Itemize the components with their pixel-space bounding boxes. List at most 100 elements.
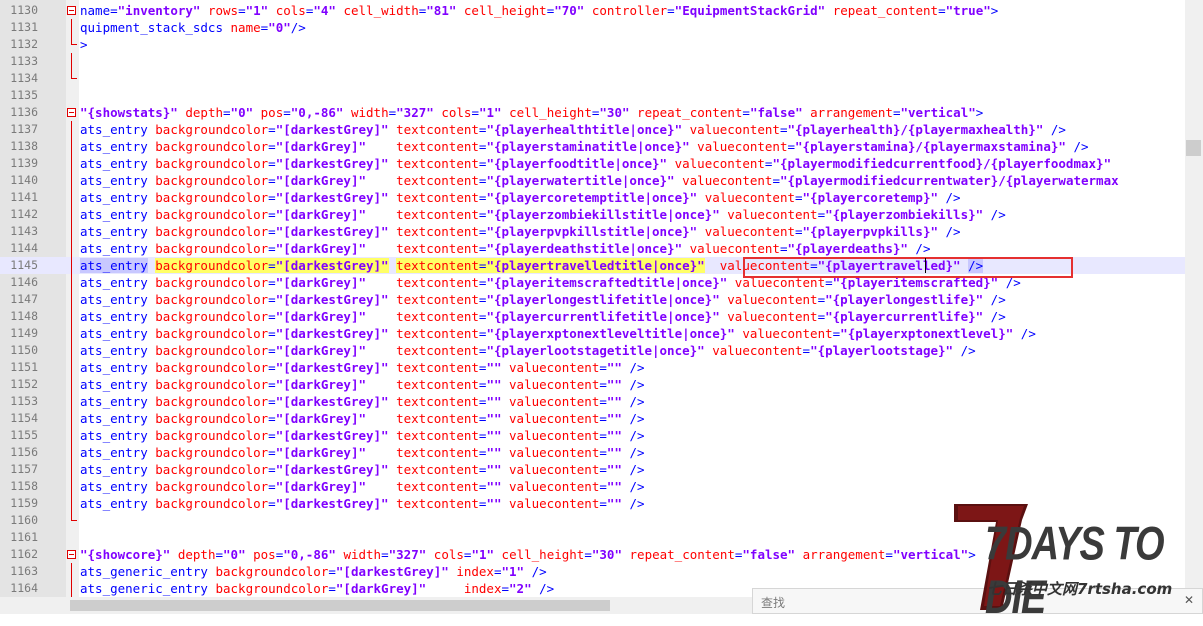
code-line[interactable]: 1152 ats_entry backgroundcolor="[darkGrey…	[0, 376, 1185, 393]
fold-line	[71, 444, 72, 461]
fold-line	[71, 189, 72, 206]
fold-line	[71, 257, 72, 274]
line-number: 1142	[10, 207, 38, 221]
code-text: ats_entry backgroundcolor="[darkestGrey]…	[80, 496, 645, 511]
line-number: 1143	[10, 224, 38, 238]
code-line[interactable]: 1141 ats_entry backgroundcolor="[darkestG…	[0, 189, 1185, 206]
line-number: 1147	[10, 292, 38, 306]
code-text: ats_entry backgroundcolor="[darkestGrey]…	[80, 190, 961, 205]
code-line[interactable]: 1147 ats_entry backgroundcolor="[darkestG…	[0, 291, 1185, 308]
code-line[interactable]: 1132 >	[0, 36, 1185, 53]
find-input-placeholder[interactable]: 查找	[761, 594, 785, 611]
code-text: ats_entry backgroundcolor="[darkestGrey]…	[80, 292, 1006, 307]
code-text: ats_entry backgroundcolor="[darkestGrey]…	[80, 462, 645, 477]
line-number: 1148	[10, 309, 38, 323]
line-number: 1134	[10, 71, 38, 85]
fold-line	[71, 461, 72, 478]
code-text: ats_entry backgroundcolor="[darkGrey]" t…	[80, 241, 931, 256]
line-number: 1156	[10, 445, 38, 459]
code-text: name="inventory" rows="1" cols="4" cell_…	[80, 3, 999, 18]
text-caret	[925, 258, 926, 273]
line-number: 1131	[10, 20, 38, 34]
code-line[interactable]: 1140 ats_entry backgroundcolor="[darkGrey…	[0, 172, 1185, 189]
code-text: >	[80, 37, 88, 52]
vertical-scrollbar-thumb[interactable]	[1186, 140, 1201, 156]
code-text: ats_entry backgroundcolor="[darkGrey]" t…	[80, 479, 645, 494]
fold-line	[71, 376, 72, 393]
code-line[interactable]: 1137 ats_entry backgroundcolor="[darkestG…	[0, 121, 1185, 138]
code-line[interactable]: 1158 ats_entry backgroundcolor="[darkGrey…	[0, 478, 1185, 495]
fold-line	[71, 393, 72, 410]
fold-toggle-icon[interactable]	[67, 108, 76, 117]
fold-line	[71, 359, 72, 376]
code-line[interactable]: 1131 quipment_stack_sdcs name="0"/>	[0, 19, 1185, 36]
code-line[interactable]: 1136 "{showstats}" depth="0" pos="0,-86" …	[0, 104, 1185, 121]
code-text: ats_entry backgroundcolor="[darkestGrey]…	[80, 224, 961, 239]
code-text: ats_generic_entry backgroundcolor="[dark…	[80, 564, 547, 579]
code-line[interactable]: 1139 ats_entry backgroundcolor="[darkestG…	[0, 155, 1185, 172]
fold-line	[71, 478, 72, 495]
code-line[interactable]: 1153 ats_entry backgroundcolor="[darkestG…	[0, 393, 1185, 410]
line-number: 1136	[10, 105, 38, 119]
code-line[interactable]: 1154 ats_entry backgroundcolor="[darkGrey…	[0, 410, 1185, 427]
code-text: ats_entry backgroundcolor="[darkestGrey]…	[80, 156, 1112, 171]
fold-line	[71, 308, 72, 325]
code-line[interactable]: 1149 ats_entry backgroundcolor="[darkestG…	[0, 325, 1185, 342]
line-number: 1161	[10, 530, 38, 544]
line-number: 1144	[10, 241, 38, 255]
fold-line	[71, 206, 72, 223]
code-line[interactable]: 1148 ats_entry backgroundcolor="[darkGrey…	[0, 308, 1185, 325]
line-number: 1154	[10, 411, 38, 425]
line-number: 1132	[10, 37, 38, 51]
line-number: 1157	[10, 462, 38, 476]
fold-line	[71, 274, 72, 291]
code-text: ats_generic_entry backgroundcolor="[dark…	[80, 581, 555, 596]
code-line[interactable]: 1150 ats_entry backgroundcolor="[darkGrey…	[0, 342, 1185, 359]
line-number: 1137	[10, 122, 38, 136]
code-line[interactable]: 1130 name="inventory" rows="1" cols="4" c…	[0, 2, 1185, 19]
fold-line	[71, 325, 72, 342]
code-line[interactable]: 1135	[0, 87, 1185, 104]
code-text: ats_entry backgroundcolor="[darkestGrey]…	[80, 428, 645, 443]
code-line[interactable]: 1156 ats_entry backgroundcolor="[darkGrey…	[0, 444, 1185, 461]
code-line[interactable]: 1134	[0, 70, 1185, 87]
line-number: 1162	[10, 547, 38, 561]
line-number: 1159	[10, 496, 38, 510]
code-line[interactable]: 1138 ats_entry backgroundcolor="[darkGrey…	[0, 138, 1185, 155]
code-text: ats_entry backgroundcolor="[darkestGrey]…	[80, 360, 645, 375]
highlight-annotation-box	[743, 257, 1073, 278]
line-number: 1138	[10, 139, 38, 153]
code-line[interactable]: 1142 ats_entry backgroundcolor="[darkGrey…	[0, 206, 1185, 223]
fold-line	[71, 223, 72, 240]
code-text: ats_entry backgroundcolor="[darkGrey]" t…	[80, 377, 645, 392]
code-line[interactable]: 1151 ats_entry backgroundcolor="[darkestG…	[0, 359, 1185, 376]
line-number: 1164	[10, 581, 38, 595]
code-line[interactable]: 1143 ats_entry backgroundcolor="[darkestG…	[0, 223, 1185, 240]
horizontal-scrollbar-thumb[interactable]	[70, 600, 610, 611]
fold-line	[71, 291, 72, 308]
code-text: ats_entry backgroundcolor="[darkGrey]" t…	[80, 173, 1119, 188]
fold-line	[71, 155, 72, 172]
line-number: 1145	[10, 258, 38, 272]
line-number: 1141	[10, 190, 38, 204]
fold-line	[71, 563, 72, 580]
code-text: ats_entry backgroundcolor="[darkGrey]" t…	[80, 343, 976, 358]
line-number: 1151	[10, 360, 38, 374]
code-line[interactable]: 1157 ats_entry backgroundcolor="[darkestG…	[0, 461, 1185, 478]
code-line[interactable]: 1155 ats_entry backgroundcolor="[darkestG…	[0, 427, 1185, 444]
line-number: 1149	[10, 326, 38, 340]
code-text: ats_entry backgroundcolor="[darkGrey]" t…	[80, 411, 645, 426]
fold-line	[71, 240, 72, 257]
fold-toggle-icon[interactable]	[67, 550, 76, 559]
code-text: ats_entry backgroundcolor="[darkestGrey]…	[80, 394, 645, 409]
fold-toggle-icon[interactable]	[67, 6, 76, 15]
code-line[interactable]: 1144 ats_entry backgroundcolor="[darkGrey…	[0, 240, 1185, 257]
code-text: ats_entry backgroundcolor="[darkGrey]" t…	[80, 139, 1089, 154]
code-text: ats_entry backgroundcolor="[darkestGrey]…	[80, 122, 1066, 137]
code-text: "{showcore}" depth="0" pos="0,-86" width…	[80, 547, 976, 562]
code-line[interactable]: 1133	[0, 53, 1185, 70]
line-number: 1150	[10, 343, 38, 357]
line-number: 1139	[10, 156, 38, 170]
code-text: ats_entry backgroundcolor="[darkGrey]" t…	[80, 445, 645, 460]
fold-line	[71, 138, 72, 155]
